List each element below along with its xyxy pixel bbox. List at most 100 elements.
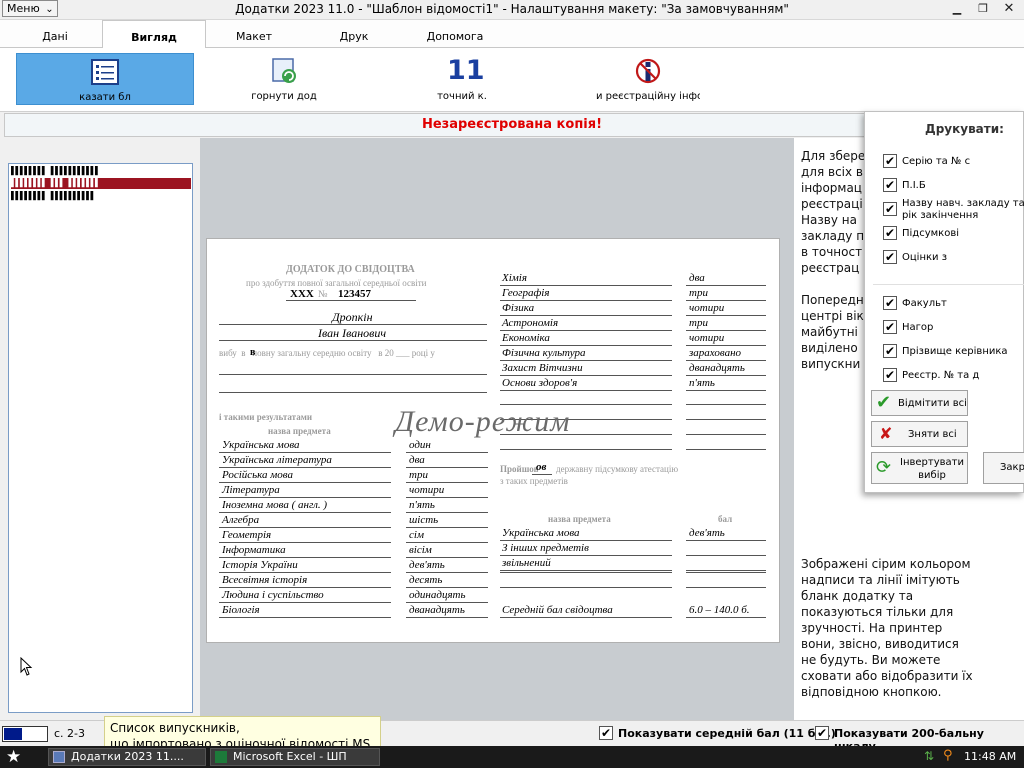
taskbar-item-excel-label: Microsoft Excel - ШП: [233, 750, 347, 763]
table-row-line: [219, 617, 391, 618]
table-row-line: [406, 497, 488, 498]
subject-name: Алгебра: [222, 514, 260, 526]
network-icon[interactable]: ⇅: [924, 749, 934, 763]
info-text-line: в точност: [801, 245, 863, 259]
minimize-icon[interactable]: ▁: [946, 1, 968, 17]
title-bar: Додатки 2023 11.0 - "Шаблон відомості1" …: [0, 0, 1024, 20]
print-option-checkbox[interactable]: ✔: [883, 296, 897, 310]
table-row-line: [219, 587, 391, 588]
info-forbidden-icon: [635, 58, 661, 84]
page-thumb[interactable]: [2, 726, 48, 742]
table-row-line: [686, 360, 766, 361]
close-icon[interactable]: ✕: [998, 1, 1020, 17]
table-row-line: [219, 467, 391, 468]
print-option-checkbox[interactable]: ✔: [883, 344, 897, 358]
cert-number: 123457: [338, 288, 371, 300]
table-row-line: [219, 557, 391, 558]
taskbar-item-dodatky[interactable]: Додатки 2023 11....: [48, 748, 206, 766]
info-text-line: випускни: [801, 357, 861, 371]
list-item[interactable]: ▌▌▌▌▌▌▌▌ ▌▌▌▌▌▌▌▌▌▌: [11, 191, 191, 202]
ribbon-toolbar: казати бл горнути дод 11 точний к. и реє…: [0, 48, 1024, 112]
print-option-label: П.І.Б: [902, 180, 926, 191]
table-row-line: [686, 540, 766, 541]
table-row-line: [219, 542, 391, 543]
surname-line: [219, 324, 487, 325]
info-text-line: майбутні: [801, 325, 858, 339]
graduates-list[interactable]: ▌▌▌▌▌▌▌▌ ▌▌▌▌▌▌▌▌▌▌▌ ▌▌▌▌▌▌▌▌ ▌▌▌ ▌▌▌▌▌▌…: [8, 163, 193, 713]
table-row-line: [500, 570, 672, 571]
close-popup-button[interactable]: Закр: [983, 452, 1024, 484]
show-200-checkbox[interactable]: ✔: [815, 726, 829, 740]
show-blank-label: казати бл: [79, 92, 131, 103]
start-star-icon[interactable]: ★: [6, 746, 21, 768]
invert-selection-button[interactable]: ⟳ Інвертувати вибір: [871, 452, 968, 484]
avg-value: 6.0 – 140.0 б.: [689, 604, 750, 616]
dpa-subject-name: звільнений: [502, 557, 551, 569]
flip-pages-button[interactable]: горнути дод: [244, 53, 324, 105]
subject-grade: дванадцять: [409, 604, 465, 616]
restore-icon[interactable]: ❐: [972, 1, 994, 17]
page-refresh-icon: [272, 58, 296, 83]
subject-name: Українська мова: [222, 439, 300, 451]
print-option-label: Підсумкові: [902, 228, 960, 239]
blank-row-line: [686, 587, 766, 588]
main-menu-button[interactable]: Меню ⌄: [2, 0, 58, 17]
cert-number-line: [286, 300, 416, 301]
info-text-line: Попередн: [801, 293, 864, 307]
subject-name: Захист Вітчизни: [502, 362, 583, 374]
subject-name: Інформатика: [222, 544, 286, 556]
print-option-checkbox[interactable]: ✔: [883, 226, 897, 240]
info-text-line: відповідною кнопкою.: [801, 685, 942, 699]
subject-name: Астрономія: [502, 317, 559, 329]
uncheck-all-button[interactable]: ✘ Зняти всі: [871, 421, 968, 447]
uncheck-all-label: Зняти всі: [908, 429, 957, 440]
form-list-icon: [91, 59, 119, 85]
table-row-line: [500, 360, 672, 361]
tab-help[interactable]: Допомога: [410, 20, 500, 48]
subject-grade: два: [689, 272, 705, 284]
table-row-line: [686, 285, 766, 286]
subject-grade: чотири: [409, 484, 445, 496]
window-title: Додатки 2023 11.0 - "Шаблон відомості1" …: [235, 2, 789, 16]
show-blank-button[interactable]: казати бл: [16, 53, 194, 105]
info-text-line: реєстраці: [801, 197, 863, 211]
subject-name: Хімія: [502, 272, 527, 284]
search-icon[interactable]: ⚲: [943, 748, 953, 763]
taskbar-item-excel[interactable]: Microsoft Excel - ШП: [210, 748, 380, 766]
precise-mode-button[interactable]: 11 точний к.: [424, 53, 500, 105]
blank-line: [219, 374, 487, 375]
list-item[interactable]: ▌▌▌▌▌▌▌▌ ▌▌▌▌▌▌▌▌▌▌▌: [11, 166, 191, 177]
print-option-checkbox[interactable]: ✔: [883, 368, 897, 382]
print-option-checkbox[interactable]: ✔: [883, 154, 897, 168]
table-row-line: [406, 467, 488, 468]
subject-name: Література: [222, 484, 280, 496]
print-option-label: Факульт: [902, 298, 947, 309]
check-all-button[interactable]: ✔ Відмітити всі: [871, 390, 968, 416]
subject-grade: чотири: [689, 332, 725, 344]
tab-layout[interactable]: Макет: [210, 20, 298, 48]
print-option-checkbox[interactable]: ✔: [883, 178, 897, 192]
blank-row-line: [686, 434, 766, 435]
tab-data[interactable]: Дані: [12, 20, 98, 48]
excel-icon: [215, 751, 227, 763]
table-row-line: [686, 315, 766, 316]
print-option-checkbox[interactable]: ✔: [883, 320, 897, 334]
print-option-checkbox[interactable]: ✔: [883, 202, 897, 216]
info-text-line: Назву на: [801, 213, 857, 227]
dpa-subject-score: дев'ять: [689, 527, 725, 539]
info-text-line: сховати або відобразити їх: [801, 669, 973, 683]
tab-print[interactable]: Друк: [310, 20, 398, 48]
registration-info-button[interactable]: и реєстраційну інфо: [596, 53, 700, 105]
blank-row-line: [686, 404, 766, 405]
invert-label-1: Інвертувати: [900, 457, 964, 468]
show-avg-checkbox[interactable]: ✔: [599, 726, 613, 740]
info-text-line: бланк додатку та: [801, 589, 914, 603]
print-option-checkbox[interactable]: ✔: [883, 250, 897, 264]
subject-grade: два: [409, 454, 425, 466]
table-row-line: [500, 330, 672, 331]
list-item-selected[interactable]: ▌▌▌▌▌▌▌▌ ▌▌▌ ▌▌▌▌▌▌▌: [11, 178, 191, 189]
tab-view[interactable]: Вигляд: [102, 20, 206, 49]
options-divider: [873, 284, 1024, 285]
table-row-line: [406, 452, 488, 453]
table-row-line: [406, 572, 488, 573]
